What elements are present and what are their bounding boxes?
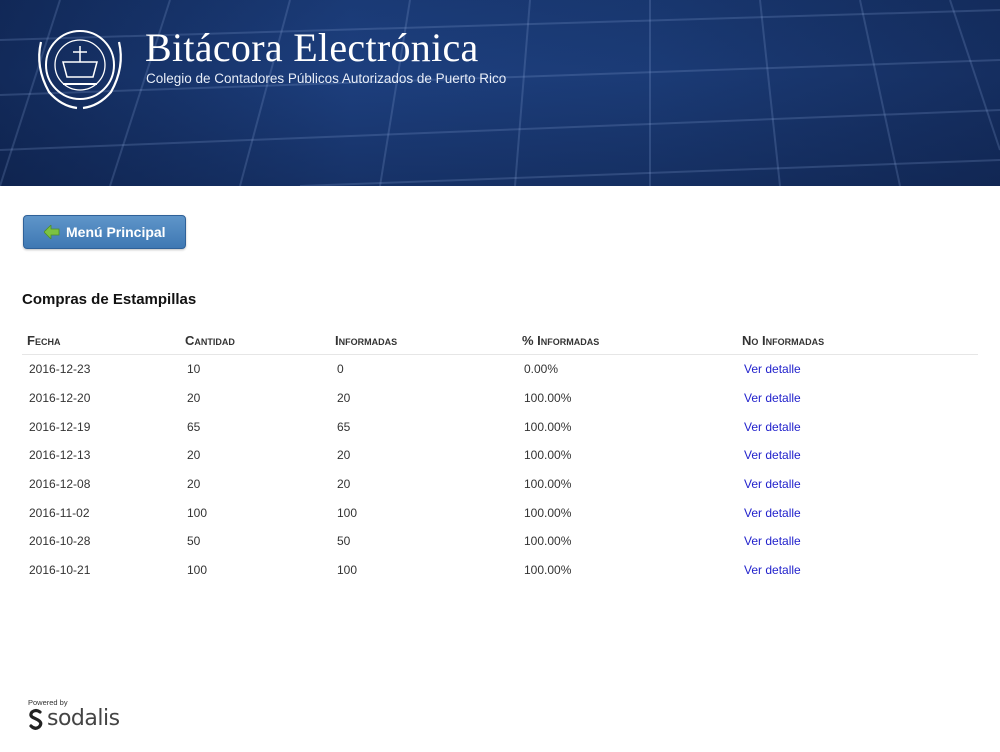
table-row: 2016-10-28 50 50 100.00% Ver detalle: [22, 527, 978, 556]
cell-pct: 100.00%: [524, 419, 572, 434]
cell-fecha: 2016-11-02: [29, 505, 90, 520]
cell-pct: 100.00%: [524, 391, 572, 406]
ver-detalle-link[interactable]: Ver detalle: [744, 391, 801, 405]
cell-informadas: 20: [337, 477, 351, 492]
main-menu-label: Menú Principal: [66, 224, 166, 240]
cell-cantidad: 50: [187, 534, 201, 549]
cell-pct: 0.00%: [524, 362, 559, 377]
green-left-arrow-icon: [44, 225, 60, 239]
cell-pct: 100.00%: [524, 448, 572, 463]
main-menu-button[interactable]: Menú Principal: [23, 215, 186, 249]
cell-fecha: 2016-12-08: [29, 477, 91, 492]
cell-fecha: 2016-12-13: [29, 448, 91, 463]
table-header-row: Fecha Cantidad Informadas % Informadas N…: [22, 326, 978, 355]
col-header-fecha: Fecha: [22, 326, 180, 355]
cell-informadas: 20: [337, 391, 351, 406]
ver-detalle-link[interactable]: Ver detalle: [744, 477, 801, 491]
sodalis-wordmark: sodalis: [47, 706, 120, 731]
cell-pct: 100.00%: [524, 563, 572, 578]
cell-cantidad: 65: [187, 419, 201, 434]
cell-cantidad: 20: [187, 391, 201, 406]
seal-logo: [38, 30, 122, 110]
col-header-cantidad: Cantidad: [180, 326, 330, 355]
cell-informadas: 20: [337, 448, 351, 463]
table-row: 2016-12-13 20 20 100.00% Ver detalle: [22, 441, 978, 470]
cell-cantidad: 100: [187, 505, 208, 520]
cell-informadas: 50: [337, 534, 351, 549]
ver-detalle-link[interactable]: Ver detalle: [744, 534, 801, 548]
table-row: 2016-10-21 100 100 100.00% Ver detalle: [22, 556, 978, 585]
table-row: 2016-12-08 20 20 100.00% Ver detalle: [22, 470, 978, 499]
header-banner: Bitácora Electrónica Colegio de Contador…: [0, 0, 1000, 186]
cell-informadas: 100: [337, 563, 358, 578]
cell-informadas: 0: [337, 362, 344, 377]
ver-detalle-link[interactable]: Ver detalle: [744, 563, 801, 577]
cell-pct: 100.00%: [524, 477, 572, 492]
col-header-informadas: Informadas: [330, 326, 517, 355]
table-row: 2016-12-19 65 65 100.00% Ver detalle: [22, 412, 978, 441]
sodalis-brand[interactable]: sodalis: [28, 706, 120, 731]
table-row: 2016-12-20 20 20 100.00% Ver detalle: [22, 384, 978, 413]
col-header-no-informadas: No Informadas: [737, 326, 978, 355]
cell-cantidad: 10: [187, 362, 201, 377]
sodalis-logo-icon: [29, 708, 43, 730]
table-row: 2016-12-23 10 0 0.00% Ver detalle: [22, 355, 978, 384]
cell-pct: 100.00%: [524, 534, 572, 549]
cell-fecha: 2016-12-19: [29, 419, 91, 434]
cell-fecha: 2016-12-20: [29, 391, 91, 406]
cell-informadas: 100: [337, 505, 358, 520]
table-row: 2016-11-02 100 100 100.00% Ver detalle: [22, 498, 978, 527]
cell-cantidad: 100: [187, 563, 208, 578]
ver-detalle-link[interactable]: Ver detalle: [744, 420, 801, 434]
stamps-table: Fecha Cantidad Informadas % Informadas N…: [22, 326, 978, 585]
cell-fecha: 2016-10-21: [29, 563, 91, 578]
ver-detalle-link[interactable]: Ver detalle: [744, 362, 801, 376]
site-subtitle: Colegio de Contadores Públicos Autorizad…: [146, 71, 507, 86]
ver-detalle-link[interactable]: Ver detalle: [744, 448, 801, 462]
cell-cantidad: 20: [187, 477, 201, 492]
cell-fecha: 2016-12-23: [29, 362, 91, 377]
cell-fecha: 2016-10-28: [29, 534, 91, 549]
cell-informadas: 65: [337, 419, 351, 434]
cell-cantidad: 20: [187, 448, 201, 463]
site-title: Bitácora Electrónica: [145, 25, 479, 70]
ver-detalle-link[interactable]: Ver detalle: [744, 506, 801, 520]
cell-pct: 100.00%: [524, 505, 572, 520]
col-header-pct-informadas: % Informadas: [517, 326, 737, 355]
section-title: Compras de Estampillas: [22, 291, 197, 308]
